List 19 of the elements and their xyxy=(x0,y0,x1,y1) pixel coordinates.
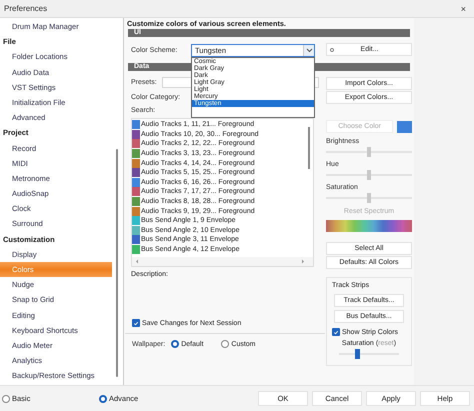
horizontal-scrollbar[interactable] xyxy=(132,257,313,266)
checkbox[interactable] xyxy=(332,328,340,336)
close-button[interactable]: × xyxy=(458,4,468,14)
circle-icon xyxy=(330,48,334,52)
checkbox[interactable] xyxy=(132,319,140,327)
caret-icon xyxy=(303,44,314,56)
slider-thumb[interactable] xyxy=(355,349,360,359)
radio-button[interactable] xyxy=(171,340,180,348)
window-title: Preferences xyxy=(4,4,48,13)
scrollbar-thumb[interactable] xyxy=(116,149,118,377)
scrollbar-thumb[interactable] xyxy=(308,127,310,169)
radio-button[interactable] xyxy=(2,394,10,402)
radio-button[interactable] xyxy=(221,340,230,348)
slider-thumb[interactable] xyxy=(367,170,371,180)
left-arrow-icon[interactable] xyxy=(135,259,139,264)
radio-button[interactable] xyxy=(99,394,107,402)
right-arrow-icon[interactable] xyxy=(301,259,305,264)
slider-thumb[interactable] xyxy=(367,147,371,157)
slider-thumb[interactable] xyxy=(367,193,371,203)
